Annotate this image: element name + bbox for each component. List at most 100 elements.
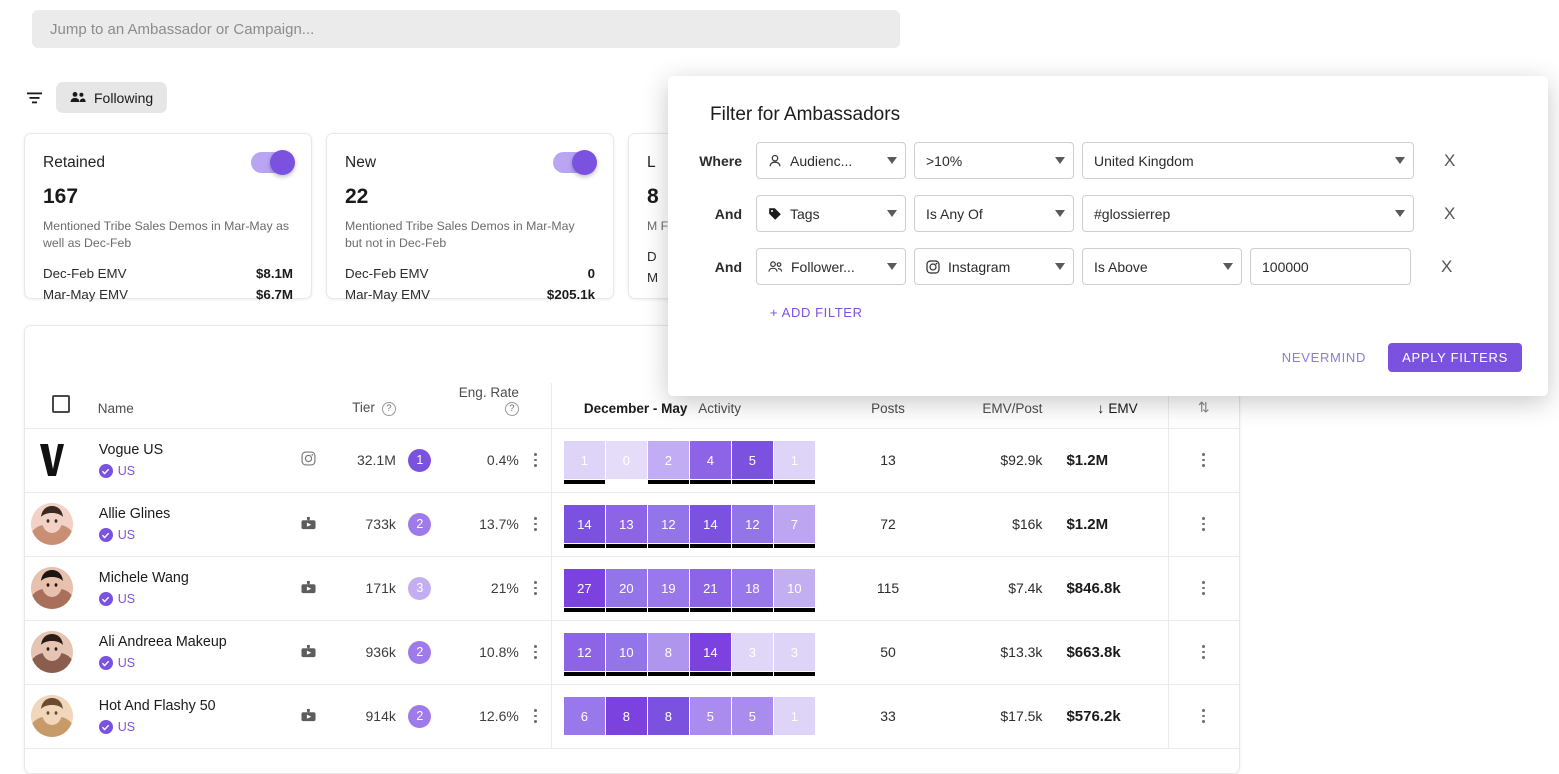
- filter-field-select-2[interactable]: Tags: [756, 195, 906, 232]
- card-title: L: [647, 154, 656, 172]
- chevron-down-icon: [1055, 210, 1065, 217]
- card-toggle[interactable]: [553, 152, 595, 173]
- activity-cell[interactable]: 13: [606, 505, 647, 543]
- activity-cell[interactable]: 3: [774, 633, 815, 671]
- filter-conjunction: And: [694, 259, 756, 275]
- filter-operator-select-1[interactable]: >10%: [914, 142, 1074, 179]
- add-filter-button[interactable]: + ADD FILTER: [770, 305, 863, 320]
- activity-cell[interactable]: 5: [732, 441, 773, 479]
- ambassador-country: US: [99, 720, 286, 734]
- row-menu-icon[interactable]: [521, 581, 550, 594]
- ambassador-name[interactable]: Allie Glines: [99, 506, 286, 522]
- activity-cell-value: 10: [787, 581, 801, 596]
- row-menu-icon[interactable]: [521, 709, 550, 722]
- activity-cell[interactable]: 5: [690, 697, 731, 735]
- ambassador-name[interactable]: Vogue US: [99, 442, 286, 458]
- cell-tier: 2: [396, 620, 444, 684]
- row-menu-icon[interactable]: [521, 645, 550, 658]
- activity-cell-value: 12: [577, 645, 591, 660]
- cell-emv-post: $16k: [940, 492, 1049, 556]
- activity-cell[interactable]: 20: [606, 569, 647, 607]
- overflow-menu-icon[interactable]: [1170, 581, 1238, 594]
- overflow-menu-icon[interactable]: [1170, 645, 1238, 658]
- country-code: US: [118, 528, 135, 542]
- filter-value-select-2[interactable]: #glossierrep: [1082, 195, 1414, 232]
- filter-field-select-1[interactable]: Audienc...: [756, 142, 906, 179]
- verified-badge-icon: [99, 528, 113, 542]
- th-emv-label: EMV: [1108, 401, 1137, 416]
- activity-cell[interactable]: 4: [690, 441, 731, 479]
- remove-filter-3-icon[interactable]: X: [1441, 257, 1452, 277]
- activity-cell-value: 13: [619, 517, 633, 532]
- table-row[interactable]: Hot And Flashy 50US914k212.6%68855133$17…: [25, 684, 1239, 748]
- filter-modal: Filter for Ambassadors Where Audienc... …: [668, 76, 1548, 396]
- select-all-checkbox[interactable]: [52, 395, 70, 413]
- activity-cell[interactable]: 2: [648, 441, 689, 479]
- people-icon: [70, 90, 86, 106]
- activity-cell[interactable]: 12: [564, 633, 605, 671]
- table-row[interactable]: Allie GlinesUS733k213.7%1413121412772$16…: [25, 492, 1239, 556]
- filter-comparator-select-3[interactable]: Is Above: [1082, 248, 1242, 285]
- activity-cell[interactable]: 27: [564, 569, 605, 607]
- overflow-menu-icon[interactable]: [1170, 517, 1238, 530]
- activity-cell[interactable]: 8: [648, 633, 689, 671]
- activity-cell[interactable]: 19: [648, 569, 689, 607]
- activity-cell[interactable]: 12: [648, 505, 689, 543]
- activity-cell[interactable]: 8: [606, 697, 647, 735]
- activity-cell[interactable]: 10: [606, 633, 647, 671]
- th-tier-badge: [396, 383, 444, 428]
- activity-cell[interactable]: 14: [564, 505, 605, 543]
- remove-filter-2-icon[interactable]: X: [1444, 204, 1455, 224]
- eng-rate-help-icon[interactable]: ?: [505, 402, 519, 416]
- table-row[interactable]: Vogue USUS32.1M10.4%10245113$92.9k$1.2M: [25, 428, 1239, 492]
- table-row[interactable]: Michele WangUS171k321%272019211810115$7.…: [25, 556, 1239, 620]
- activity-cell[interactable]: 7: [774, 505, 815, 543]
- filter-icon[interactable]: [24, 88, 44, 108]
- activity-heatmap: 27 20 19 2118 10: [564, 569, 835, 607]
- ambassador-name[interactable]: Ali Andreea Makeup: [99, 634, 286, 650]
- cell-followers: 733k: [331, 492, 396, 556]
- activity-cell[interactable]: 14: [690, 505, 731, 543]
- country-code: US: [118, 720, 135, 734]
- activity-cell[interactable]: 1: [774, 441, 815, 479]
- activity-cell-value: 27: [577, 581, 591, 596]
- filter-operator-label: Is Any Of: [926, 206, 1043, 222]
- activity-cell[interactable]: 6: [564, 697, 605, 735]
- card-title: New: [345, 154, 376, 172]
- activity-cell[interactable]: 14: [690, 633, 731, 671]
- card-toggle[interactable]: [251, 152, 293, 173]
- activity-cell[interactable]: 8: [648, 697, 689, 735]
- remove-filter-1-icon[interactable]: X: [1444, 151, 1455, 171]
- activity-cell[interactable]: 18: [732, 569, 773, 607]
- filter-platform-select-3[interactable]: Instagram: [914, 248, 1074, 285]
- filter-field-select-3[interactable]: Follower...: [756, 248, 906, 285]
- table-row[interactable]: Ali Andreea MakeupUS936k210.8%1210814335…: [25, 620, 1239, 684]
- activity-cell[interactable]: 5: [732, 697, 773, 735]
- card-metric-row: Mar-May EMV $205.1k: [345, 285, 595, 306]
- global-search-input[interactable]: [32, 10, 900, 48]
- overflow-menu-icon[interactable]: [1170, 709, 1238, 722]
- row-menu-icon[interactable]: [521, 517, 550, 530]
- verified-badge-icon: [99, 592, 113, 606]
- activity-cell[interactable]: 10: [774, 569, 815, 607]
- overflow-menu-icon[interactable]: [1170, 453, 1238, 466]
- activity-cell[interactable]: 1: [564, 441, 605, 479]
- filter-value-select-1[interactable]: United Kingdom: [1082, 142, 1414, 179]
- activity-cell[interactable]: 21: [690, 569, 731, 607]
- filter-value-input-3[interactable]: 100000: [1250, 248, 1411, 285]
- nevermind-button[interactable]: NEVERMIND: [1276, 349, 1372, 366]
- activity-cell[interactable]: 1: [774, 697, 815, 735]
- following-chip[interactable]: Following: [56, 82, 167, 113]
- cell-avatar: [25, 684, 97, 748]
- cell-row-menu: [520, 556, 552, 620]
- activity-cell[interactable]: 12: [732, 505, 773, 543]
- filter-operator-select-2[interactable]: Is Any Of: [914, 195, 1074, 232]
- tier-help-icon[interactable]: ?: [382, 402, 396, 416]
- row-menu-icon[interactable]: [521, 453, 550, 466]
- activity-cell[interactable]: 3: [732, 633, 773, 671]
- ambassador-name[interactable]: Michele Wang: [99, 570, 286, 586]
- activity-cell-value: 19: [661, 581, 675, 596]
- apply-filters-button[interactable]: APPLY FILTERS: [1388, 343, 1522, 372]
- ambassador-name[interactable]: Hot And Flashy 50: [99, 698, 286, 714]
- activity-cell[interactable]: 0: [606, 441, 647, 479]
